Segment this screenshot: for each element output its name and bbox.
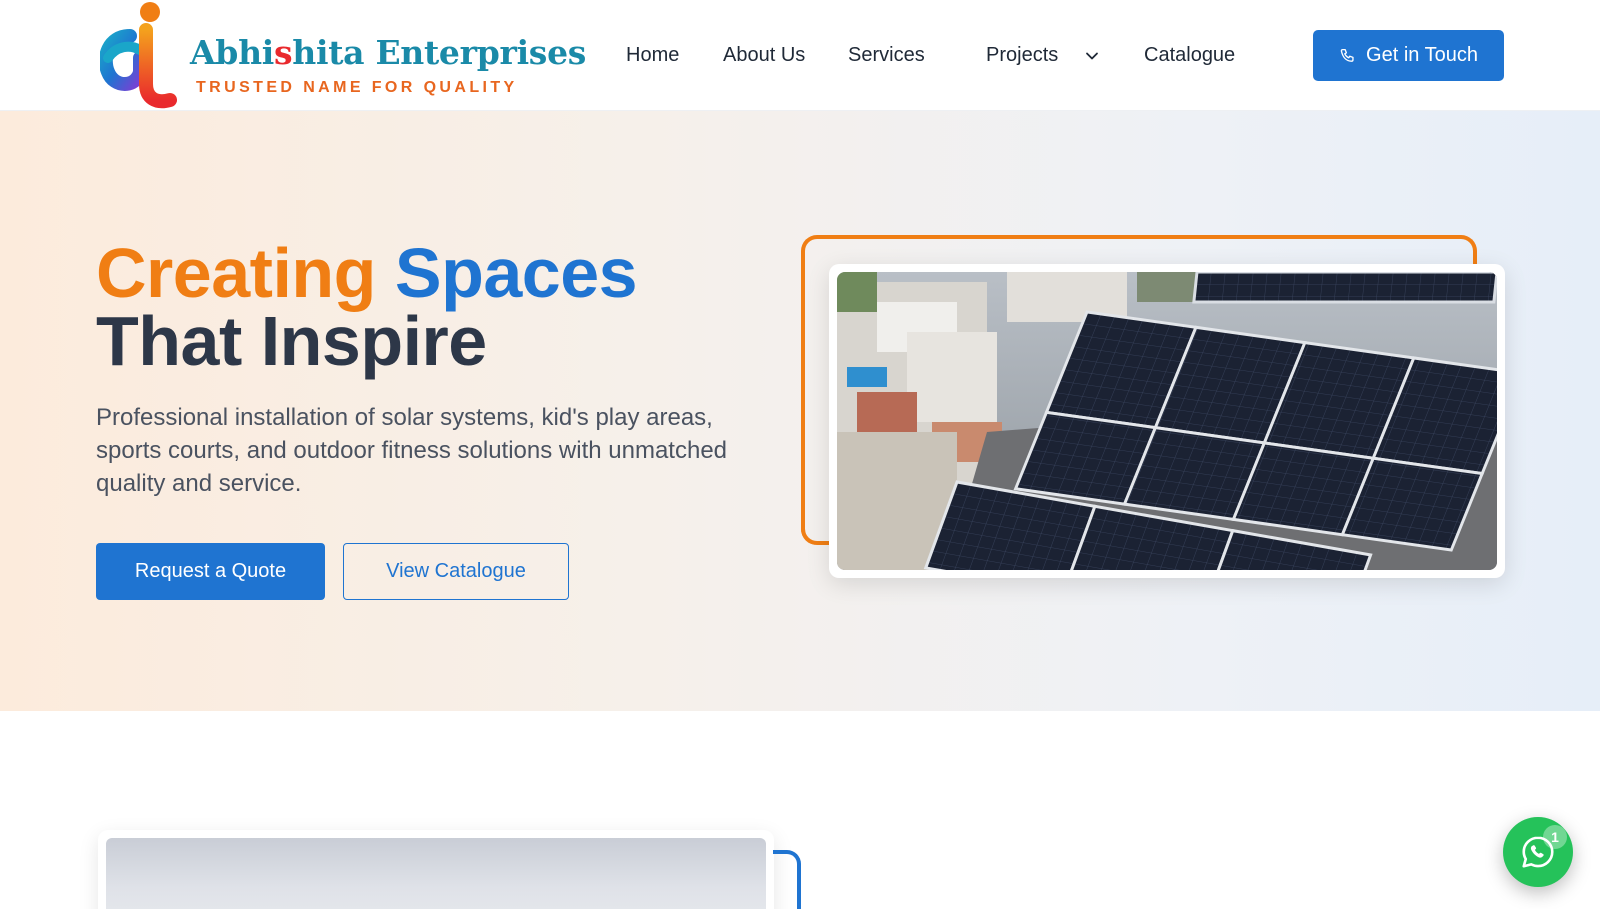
decorative-blue-frame — [773, 850, 801, 909]
brand-logo[interactable]: Abhishita Enterprises TRUSTED NAME FOR Q… — [100, 0, 586, 111]
solar-panels-image — [837, 272, 1497, 570]
hero-image-card — [829, 264, 1505, 578]
hero-description: Professional installation of solar syste… — [96, 404, 728, 497]
hero-section: Creating Spaces That Inspire Professiona… — [0, 111, 1600, 711]
about-image — [106, 838, 766, 909]
nav-home[interactable]: Home — [626, 44, 679, 67]
headline-word-creating: Creating — [96, 234, 376, 312]
logo-mark-icon — [100, 2, 177, 109]
phone-icon — [1340, 48, 1354, 62]
brand-tagline: TRUSTED NAME FOR QUALITY — [196, 79, 518, 96]
chevron-down-icon[interactable] — [1085, 49, 1099, 63]
nav-about-us[interactable]: About Us — [723, 44, 805, 67]
brand-name: Abhishita Enterprises — [190, 33, 587, 72]
whatsapp-notification-badge: 1 — [1543, 825, 1567, 849]
site-header: Abhishita Enterprises TRUSTED NAME FOR Q… — [0, 0, 1600, 111]
headline-word-spaces: Spaces — [394, 234, 638, 312]
request-quote-button[interactable]: Request a Quote — [96, 543, 325, 600]
headline-line-2: That Inspire — [96, 302, 487, 380]
nav-projects[interactable]: Projects — [986, 44, 1058, 67]
about-image-card — [98, 830, 774, 909]
get-in-touch-label: Get in Touch — [1366, 44, 1478, 66]
nav-services[interactable]: Services — [848, 44, 925, 67]
view-catalogue-button[interactable]: View Catalogue — [343, 543, 569, 600]
get-in-touch-button[interactable]: Get in Touch — [1313, 30, 1504, 81]
hero-headline: Creating Spaces That Inspire — [96, 238, 638, 376]
nav-catalogue[interactable]: Catalogue — [1144, 44, 1235, 67]
